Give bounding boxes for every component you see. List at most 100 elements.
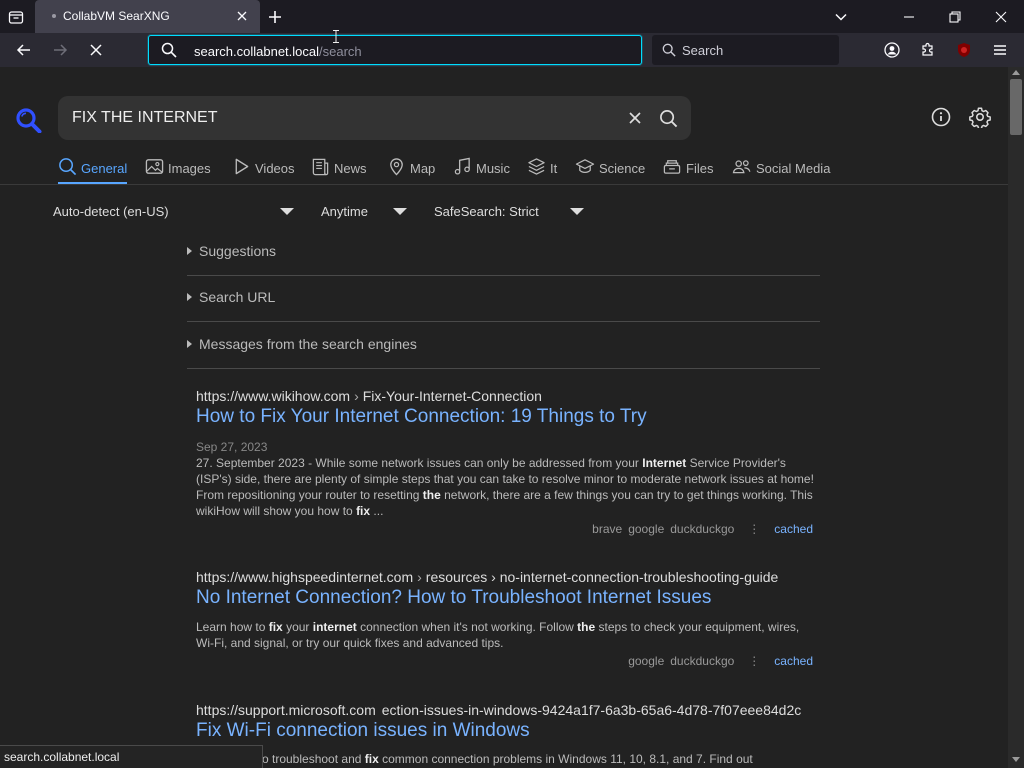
close-icon — [237, 11, 247, 21]
result-title-link[interactable]: No Internet Connection? How to Troublesh… — [196, 587, 711, 609]
tab-music-label: Music — [476, 161, 510, 176]
result-title-link[interactable]: Fix Wi-Fi connection issues in Windows — [196, 720, 530, 742]
cached-link[interactable]: cached — [774, 522, 813, 536]
file-tray-icon — [663, 160, 681, 174]
puzzle-piece-icon — [922, 42, 933, 56]
breadcrumb-separator: › — [417, 569, 422, 585]
account-icon — [884, 42, 900, 58]
stop-button[interactable] — [83, 37, 109, 63]
tab-videos[interactable]: Videos — [232, 157, 295, 184]
close-window-button[interactable] — [978, 0, 1024, 33]
language-dropdown-icon[interactable] — [280, 208, 294, 215]
more-options-icon: ⋮ — [748, 522, 761, 536]
safesearch-dropdown-icon[interactable] — [570, 208, 584, 215]
app-menu-button[interactable] — [987, 37, 1013, 63]
tab-social-media[interactable]: Social Media — [732, 157, 830, 184]
scroll-down-arrow-icon[interactable] — [1012, 757, 1020, 762]
engine-label: brave — [592, 522, 623, 536]
search-url-section[interactable]: Search URL — [187, 276, 820, 322]
result-url[interactable]: https://www.wikihow.com › Fix-Your-Interne… — [196, 388, 542, 404]
result-host: https://www.wikihow.com — [196, 388, 351, 404]
minimize-button[interactable] — [886, 0, 932, 33]
result-snippet: 27. September 2023 - While some network … — [196, 455, 816, 519]
back-button[interactable] — [11, 37, 37, 63]
engine-messages-section[interactable]: Messages from the search engines — [187, 323, 820, 369]
tab-music[interactable]: Music — [453, 157, 510, 184]
engine-label: duckduckgo — [670, 654, 735, 668]
extensions-button[interactable] — [915, 37, 941, 63]
school-icon — [575, 159, 595, 174]
new-tab-button[interactable] — [263, 5, 287, 29]
list-all-tabs-button[interactable] — [818, 0, 864, 33]
text-cursor-icon — [333, 30, 339, 43]
ublock-origin-button[interactable] — [951, 37, 977, 63]
page-scrollbar[interactable] — [1008, 67, 1024, 768]
snippet-highlight: fix — [268, 620, 283, 634]
result-title-link[interactable]: How to Fix Your Internet Connection: 19 … — [196, 406, 647, 428]
cached-link[interactable]: cached — [774, 654, 813, 668]
time-range-select[interactable]: Anytime — [321, 204, 368, 219]
play-icon — [235, 158, 249, 175]
tab-science[interactable]: Science — [575, 157, 645, 184]
close-icon — [995, 11, 1007, 22]
search-result: https://support.microsoft.com ection-issu… — [196, 702, 816, 768]
result-url[interactable]: https://support.microsoft.com ection-issu… — [196, 702, 801, 718]
search-result: https://www.highspeedinternet.com › resour… — [196, 569, 816, 669]
searxng-logo-icon[interactable] — [15, 107, 42, 133]
tab-images[interactable]: Images — [145, 157, 211, 184]
search-query-input[interactable]: FIX THE INTERNET — [72, 109, 218, 127]
language-select[interactable]: Auto-detect (en-US) — [53, 204, 169, 219]
info-icon — [931, 107, 951, 127]
expand-triangle-icon — [187, 340, 192, 348]
tab-map[interactable]: Map — [387, 157, 435, 184]
safesearch-select[interactable]: SafeSearch: Strict — [434, 204, 539, 219]
tab-news[interactable]: News — [311, 157, 367, 184]
tab-strip: CollabVM SearXNG — [0, 0, 1024, 33]
clear-search-button[interactable] — [625, 108, 645, 128]
result-engines: brave google duckduckgo ⋮ cached — [592, 522, 813, 536]
time-range-dropdown-icon[interactable] — [393, 208, 407, 215]
expand-triangle-icon — [187, 293, 192, 301]
tab-title: CollabVM SearXNG — [63, 9, 170, 23]
result-path: resources › no-internet-connection-troub… — [425, 569, 779, 585]
url-text: search.collabnet.local/search — [194, 44, 362, 59]
stop-icon — [90, 44, 102, 56]
about-button[interactable] — [929, 105, 953, 129]
engine-label: google — [628, 654, 665, 668]
page-content: FIX THE INTERNET General Images Videos N… — [0, 67, 1008, 768]
plus-icon — [269, 11, 281, 23]
search-submit-button[interactable] — [657, 107, 679, 129]
link-status-tooltip: search.collabnet.local — [0, 745, 263, 768]
account-button[interactable] — [879, 37, 905, 63]
tab-files[interactable]: Files — [662, 157, 713, 184]
people-icon — [732, 160, 751, 174]
snippet-highlight: the — [422, 488, 441, 502]
tab-list-button[interactable] — [2, 4, 30, 30]
search-result: https://www.wikihow.com › Fix-Your-Interne… — [196, 388, 816, 538]
status-url: search.collabnet.local — [4, 750, 120, 764]
newspaper-icon — [312, 158, 329, 176]
preferences-button[interactable] — [968, 105, 992, 129]
active-tab[interactable]: CollabVM SearXNG — [35, 0, 260, 33]
result-url[interactable]: https://www.highspeedinternet.com › resour… — [196, 569, 778, 585]
more-options-icon: ⋮ — [748, 654, 761, 668]
tab-close-button[interactable] — [234, 8, 250, 24]
web-search-box[interactable]: Search — [652, 35, 839, 65]
snippet-text: your — [282, 620, 313, 634]
search-url-label: Search URL — [199, 289, 276, 305]
url-bar[interactable]: search.collabnet.local/search — [148, 35, 642, 65]
scrollbar-thumb[interactable] — [1010, 79, 1022, 135]
tab-favicon-dot — [52, 14, 56, 18]
result-date: Sep 27, 2023 — [196, 440, 268, 454]
scroll-up-arrow-icon[interactable] — [1012, 70, 1020, 75]
tab-general[interactable]: General — [58, 157, 128, 184]
tab-videos-label: Videos — [255, 161, 295, 176]
forward-button[interactable] — [47, 37, 73, 63]
snippet-text: 27. September 2023 - While some network … — [196, 456, 643, 470]
chevron-down-icon — [835, 13, 847, 21]
suggestions-section[interactable]: Suggestions — [187, 230, 820, 276]
tab-it[interactable]: It — [527, 157, 557, 184]
engine-label: duckduckgo — [670, 522, 735, 536]
restore-button[interactable] — [932, 0, 978, 33]
search-icon — [161, 42, 177, 58]
